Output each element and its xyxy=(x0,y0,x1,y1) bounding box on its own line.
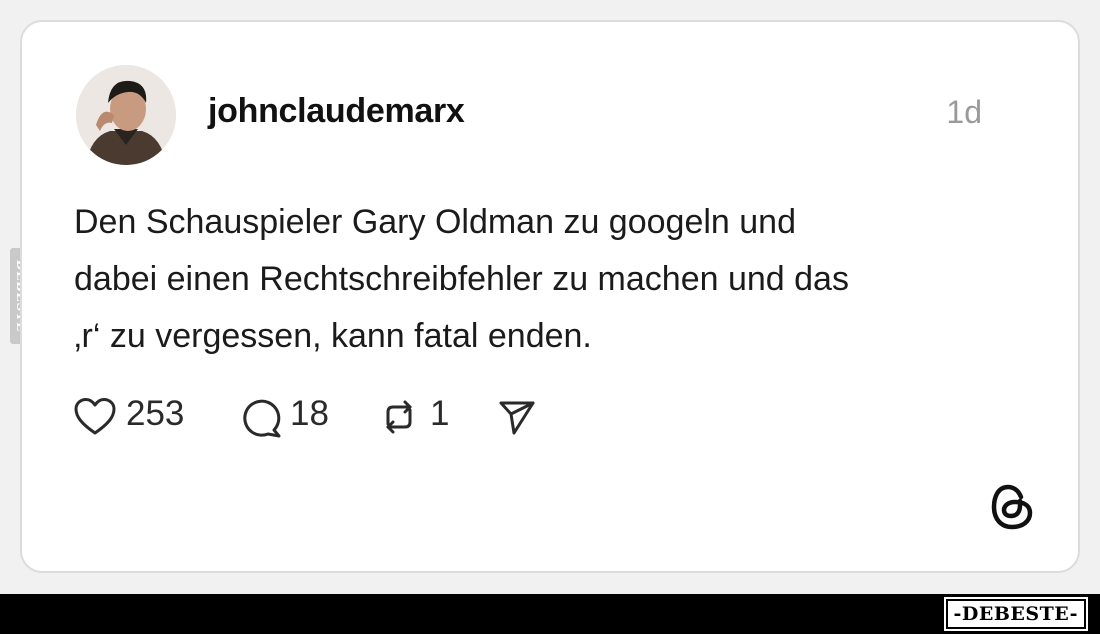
like-button[interactable]: 253 xyxy=(74,392,214,440)
brand-logo: -DEBESTE- xyxy=(943,597,1089,631)
username[interactable]: johnclaudemarx xyxy=(208,92,465,131)
post-text-line: Den Schauspieler Gary Oldman zu googeln … xyxy=(74,203,796,241)
post-text-line: dabei einen Rechtschreibfehler zu machen… xyxy=(74,260,849,298)
reply-count: 18 xyxy=(290,394,329,433)
repost-icon xyxy=(386,400,412,434)
post-text-line: ‚r‘ zu vergessen, kann fatal enden. xyxy=(74,317,592,355)
avatar-photo xyxy=(76,65,176,165)
comment-icon xyxy=(243,399,281,438)
repost-count: 1 xyxy=(430,394,450,433)
post-text: Den Schauspieler Gary Oldman zu googeln … xyxy=(74,194,1034,365)
threads-post-card: johnclaudemarx 1d Den Schauspieler Gary … xyxy=(20,20,1080,573)
like-count: 253 xyxy=(126,394,185,433)
post-time: 1d xyxy=(946,94,982,130)
threads-logo-icon xyxy=(991,484,1033,530)
share-button[interactable] xyxy=(498,392,542,440)
bottom-bar: -DEBESTE- xyxy=(0,594,1100,634)
repost-button[interactable]: 1 xyxy=(380,392,470,440)
heart-icon xyxy=(74,398,116,435)
avatar[interactable] xyxy=(76,65,176,165)
reply-button[interactable]: 18 xyxy=(240,392,350,440)
send-icon xyxy=(499,401,535,435)
